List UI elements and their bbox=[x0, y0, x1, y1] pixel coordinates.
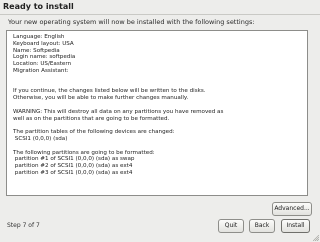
install-summary: Language: English Keyboard layout: USA N… bbox=[6, 30, 308, 196]
summary-line: Name: Softpedia bbox=[13, 47, 60, 54]
install-button-label: Install bbox=[286, 222, 305, 229]
summary-line: The partition tables of the following de… bbox=[13, 129, 175, 136]
summary-line: If you continue, the changes listed belo… bbox=[13, 88, 206, 95]
summary-line: partition #2 of SCSI1 (0,0,0) (sda) as e… bbox=[13, 163, 133, 170]
summary-line bbox=[13, 75, 301, 82]
title-divider bbox=[0, 14, 320, 15]
summary-line: Migration Assistant: bbox=[13, 67, 69, 74]
summary-line bbox=[13, 122, 301, 129]
summary-line: Keyboard layout: USA bbox=[13, 40, 74, 47]
summary-line: The following partitions are going to be… bbox=[13, 149, 155, 156]
summary-line: well as on the partitions that are going… bbox=[13, 115, 170, 122]
summary-line bbox=[13, 82, 301, 89]
summary-line: Login name: softpedia bbox=[13, 54, 76, 61]
step-indicator: Step 7 of 7 bbox=[7, 222, 40, 229]
back-button[interactable]: Back bbox=[249, 219, 275, 233]
intro-text: Your new operating system will now be in… bbox=[8, 18, 255, 26]
install-button[interactable]: Install bbox=[281, 219, 310, 233]
back-button-label: Back bbox=[254, 222, 270, 229]
summary-line: Location: US/Eastern bbox=[13, 61, 72, 68]
quit-button-label: Quit bbox=[224, 222, 238, 229]
summary-line: SCSI1 (0,0,0) (sda) bbox=[13, 135, 68, 142]
summary-line: partition #3 of SCSI1 (0,0,0) (sda) as e… bbox=[13, 169, 133, 176]
resize-grip-icon[interactable] bbox=[313, 235, 319, 241]
summary-line: partition #1 of SCSI1 (0,0,0) (sda) as s… bbox=[13, 156, 135, 163]
summary-line: Otherwise, you will be able to make furt… bbox=[13, 95, 189, 102]
page-title: Ready to install bbox=[3, 2, 74, 11]
quit-button[interactable]: Quit bbox=[218, 219, 244, 233]
summary-line bbox=[13, 102, 301, 109]
summary-line: WARNING: This will destroy all data on a… bbox=[13, 108, 224, 115]
summary-line bbox=[13, 143, 301, 150]
summary-line: Language: English bbox=[13, 34, 65, 40]
advanced-button[interactable]: Advanced... bbox=[272, 202, 312, 216]
advanced-button-label: Advanced... bbox=[274, 205, 310, 212]
